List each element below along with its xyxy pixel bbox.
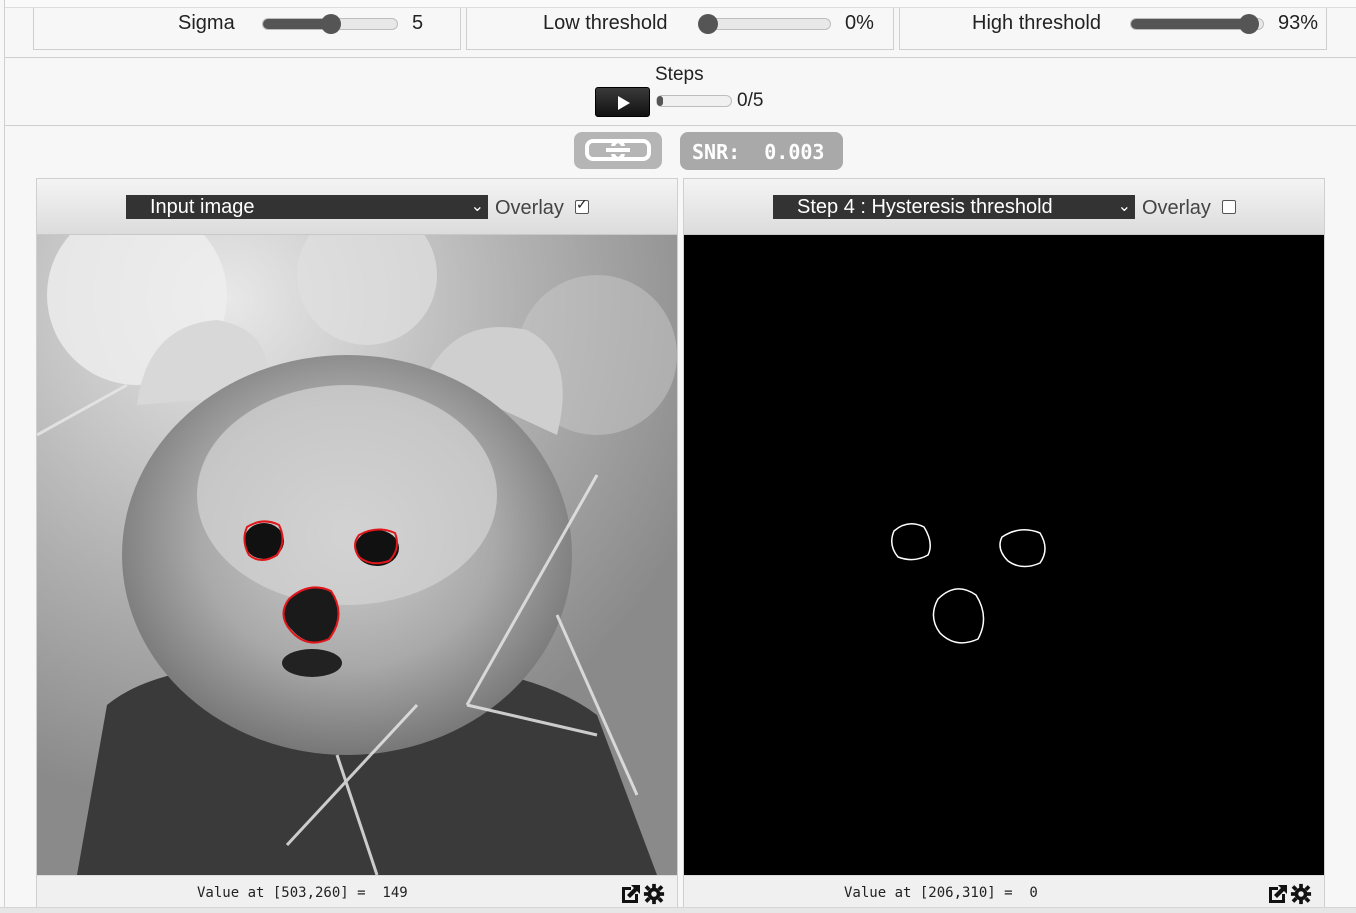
chevron-down-icon: ⌄ [470,198,484,215]
left-pixel-readout: Value at [503,260] = 149 [197,885,408,901]
sigma-value: 5 [412,12,424,34]
steps-count: 0/5 [737,90,764,111]
left-image-select[interactable]: Input image ⌄ [126,195,488,219]
high-threshold-value: 93% [1278,12,1319,34]
bottom-border [0,907,1356,913]
gear-icon[interactable] [643,883,665,905]
parameter-row: Sigma 5 Low threshold 0% High threshold … [5,8,1356,58]
input-image-canvas[interactable] [37,235,677,875]
right-step-select[interactable]: Step 4 : Hysteresis threshold ⌄ [773,195,1135,219]
steps-title: Steps [655,64,704,85]
high-threshold-slider-fill [1131,19,1249,29]
app-window: Sigma 5 Low threshold 0% High threshold … [4,0,1356,913]
edge-map-image [684,235,1324,875]
checkbox-icon: ✓ [576,196,588,212]
sigma-control: Sigma 5 [33,8,461,50]
low-threshold-label: Low threshold [543,12,668,34]
top-border [5,0,1356,8]
sigma-slider-knob[interactable] [321,14,341,34]
steps-slider[interactable] [656,95,732,107]
low-threshold-control: Low threshold 0% [466,8,894,50]
link-icon [585,139,651,161]
left-panel: Input image ⌄ Overlay ✓ Value at [503,26… [36,178,678,909]
left-panel-header: Input image ⌄ Overlay ✓ [37,179,677,235]
low-threshold-slider[interactable] [698,14,831,34]
chevron-down-icon: ⌄ [1117,198,1131,215]
external-link-icon[interactable] [619,882,643,906]
snr-badge: SNR: 0.003 [680,132,843,170]
sigma-slider[interactable] [262,14,398,34]
play-button[interactable] [595,87,650,117]
external-link-icon[interactable] [1266,882,1290,906]
sigma-label: Sigma [178,12,235,34]
left-overlay-label: Overlay [495,197,564,219]
right-panel-footer: Value at [206,310] = 0 [684,875,1324,909]
high-threshold-slider[interactable] [1130,14,1264,34]
right-overlay-checkbox[interactable] [1222,200,1236,214]
right-step-select-value: Step 4 : Hysteresis threshold [797,196,1053,218]
hysteresis-output-canvas[interactable] [684,235,1324,875]
left-overlay-checkbox[interactable]: ✓ [575,196,589,214]
link-views-button[interactable] [574,132,662,169]
high-threshold-control: High threshold 93% [899,8,1327,50]
gear-icon[interactable] [1290,883,1312,905]
steps-control: Steps 0/5 [5,58,1356,126]
right-pixel-readout: Value at [206,310] = 0 [844,885,1038,901]
right-panel-header: Step 4 : Hysteresis threshold ⌄ Overlay [684,179,1324,235]
steps-slider-fill [657,96,663,106]
right-overlay-label: Overlay [1142,197,1211,219]
high-threshold-slider-knob[interactable] [1239,14,1259,34]
play-icon [618,96,630,110]
low-threshold-slider-knob[interactable] [698,14,718,34]
left-panel-footer: Value at [503,260] = 149 [37,875,677,909]
low-threshold-value: 0% [845,12,874,34]
red-panda-image [37,235,677,875]
high-threshold-label: High threshold [972,12,1101,34]
left-image-select-value: Input image [150,196,255,218]
right-panel: Step 4 : Hysteresis threshold ⌄ Overlay … [683,178,1325,909]
